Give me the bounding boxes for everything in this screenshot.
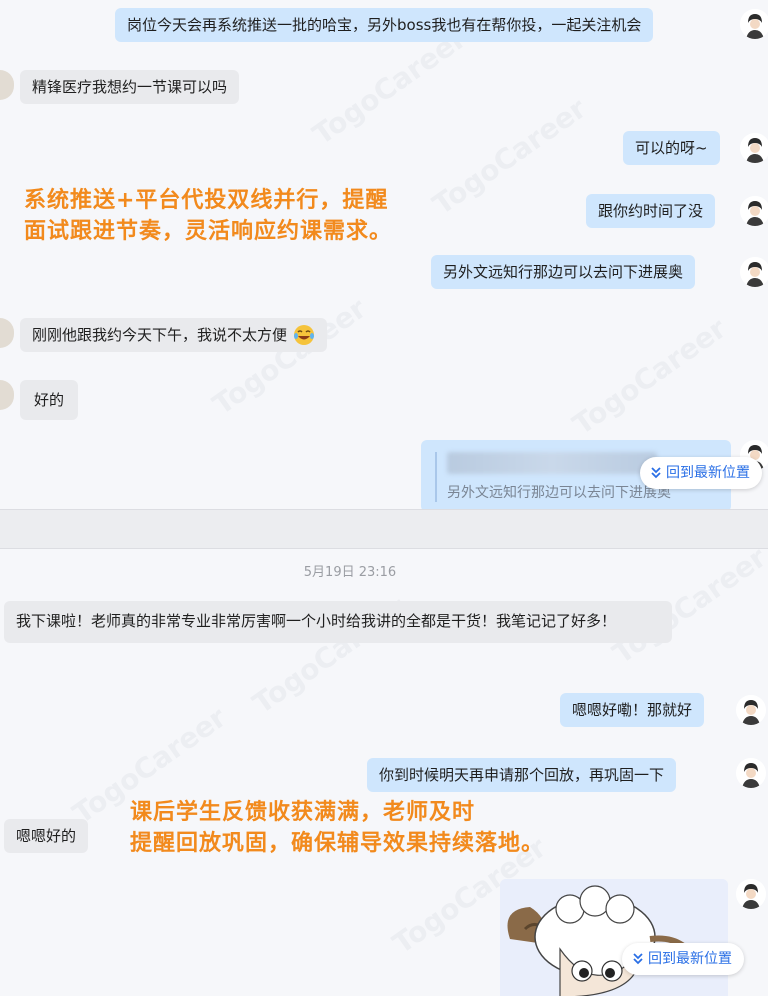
caption-line: 课后学生反馈收获满满，老师及时 <box>130 800 476 825</box>
sticker-image[interactable] <box>500 879 728 996</box>
avatar-teacher-icon <box>736 758 766 788</box>
message-bubble-outgoing[interactable]: 岗位今天会再系统推送一批的哈宝，另外boss我也有在帮你投，一起关注机会 <box>115 8 654 42</box>
message-bubble-incoming[interactable]: 精锋医疗我想约一节课可以吗 <box>20 70 240 104</box>
avatar-teacher-icon <box>736 879 766 909</box>
avatar[interactable] <box>736 695 766 725</box>
jump-button-label: 回到最新位置 <box>666 465 750 481</box>
watermark: TogoCareer <box>426 91 593 222</box>
message-bubble-incoming[interactable]: 嗯嗯好的 <box>4 819 89 853</box>
avatar[interactable] <box>736 758 766 788</box>
message-bubble-outgoing[interactable]: 你到时候明天再申请那个回放，再巩固一下 <box>367 758 677 792</box>
message-bubble-outgoing[interactable]: 另外文远知行那边可以去问下进展奥 <box>431 255 696 289</box>
chat-panel-top: TogoCareer TogoCareer TogoCareer TogoCar… <box>0 0 768 510</box>
avatar-teacher-icon <box>740 257 768 287</box>
avatar-teacher-icon <box>736 695 766 725</box>
avatar[interactable] <box>0 380 14 410</box>
avatar[interactable] <box>740 257 768 287</box>
watermark: TogoCareer <box>566 311 733 442</box>
quoted-text: 另外文远知行那边可以去问下进展奥 <box>447 485 671 501</box>
message-bubble-incoming[interactable]: 我下课啦！老师真的非常专业非常厉害啊一个小时给我讲的全都是干货！我笔记记了好多！ <box>4 601 672 643</box>
avatar[interactable] <box>0 318 14 348</box>
message-bubble-outgoing[interactable]: 跟你约时间了没 <box>586 194 716 228</box>
caption-line: 提醒回放巩固，确保辅导效果持续落地。 <box>130 831 545 856</box>
message-bubble-outgoing[interactable]: 嗯嗯好嘞！那就好 <box>560 693 705 727</box>
avatar[interactable] <box>736 879 766 909</box>
jump-to-latest-button[interactable]: 回到最新位置 <box>640 457 762 489</box>
jump-to-latest-button[interactable]: 回到最新位置 <box>622 943 744 975</box>
caption-line: 面试跟进节奏，灵活响应约课需求。 <box>24 219 393 244</box>
avatar[interactable] <box>740 9 768 39</box>
caption-line: 系统推送+平台代投双线并行，提醒 <box>24 188 389 213</box>
avatar[interactable] <box>740 196 768 226</box>
chat-panel-bottom: TogoCareer TogoCareer TogoCareer TogoCar… <box>0 548 768 996</box>
chevrons-down-icon <box>651 467 661 479</box>
avatar[interactable] <box>0 70 14 100</box>
overlay-caption: 系统推送+平台代投双线并行，提醒 面试跟进节奏，灵活响应约课需求。 <box>24 185 392 247</box>
avatar-teacher-icon <box>740 133 768 163</box>
avatar[interactable] <box>740 133 768 163</box>
sheep-sticker-icon <box>500 879 728 996</box>
quote-divider <box>435 452 437 502</box>
jump-button-label: 回到最新位置 <box>648 951 732 967</box>
watermark: TogoCareer <box>206 291 373 422</box>
laughing-tears-emoji-icon <box>294 325 315 345</box>
message-bubble-incoming[interactable]: 好的 <box>20 380 79 420</box>
avatar-teacher-icon <box>740 196 768 226</box>
chevrons-down-icon <box>633 953 643 965</box>
message-bubble-incoming[interactable]: 刚刚他跟我约今天下午，我说不太方便 <box>20 318 328 352</box>
message-timestamp: 5月19日 23:16 <box>303 565 397 580</box>
overlay-caption: 课后学生反馈收获满满，老师及时 提醒回放巩固，确保辅导效果持续落地。 <box>130 797 544 859</box>
message-text: 刚刚他跟我约今天下午，我说不太方便 <box>32 326 288 344</box>
blurred-content <box>447 452 657 474</box>
message-bubble-outgoing[interactable]: 可以的呀~ <box>623 131 720 165</box>
avatar-teacher-icon <box>740 9 768 39</box>
